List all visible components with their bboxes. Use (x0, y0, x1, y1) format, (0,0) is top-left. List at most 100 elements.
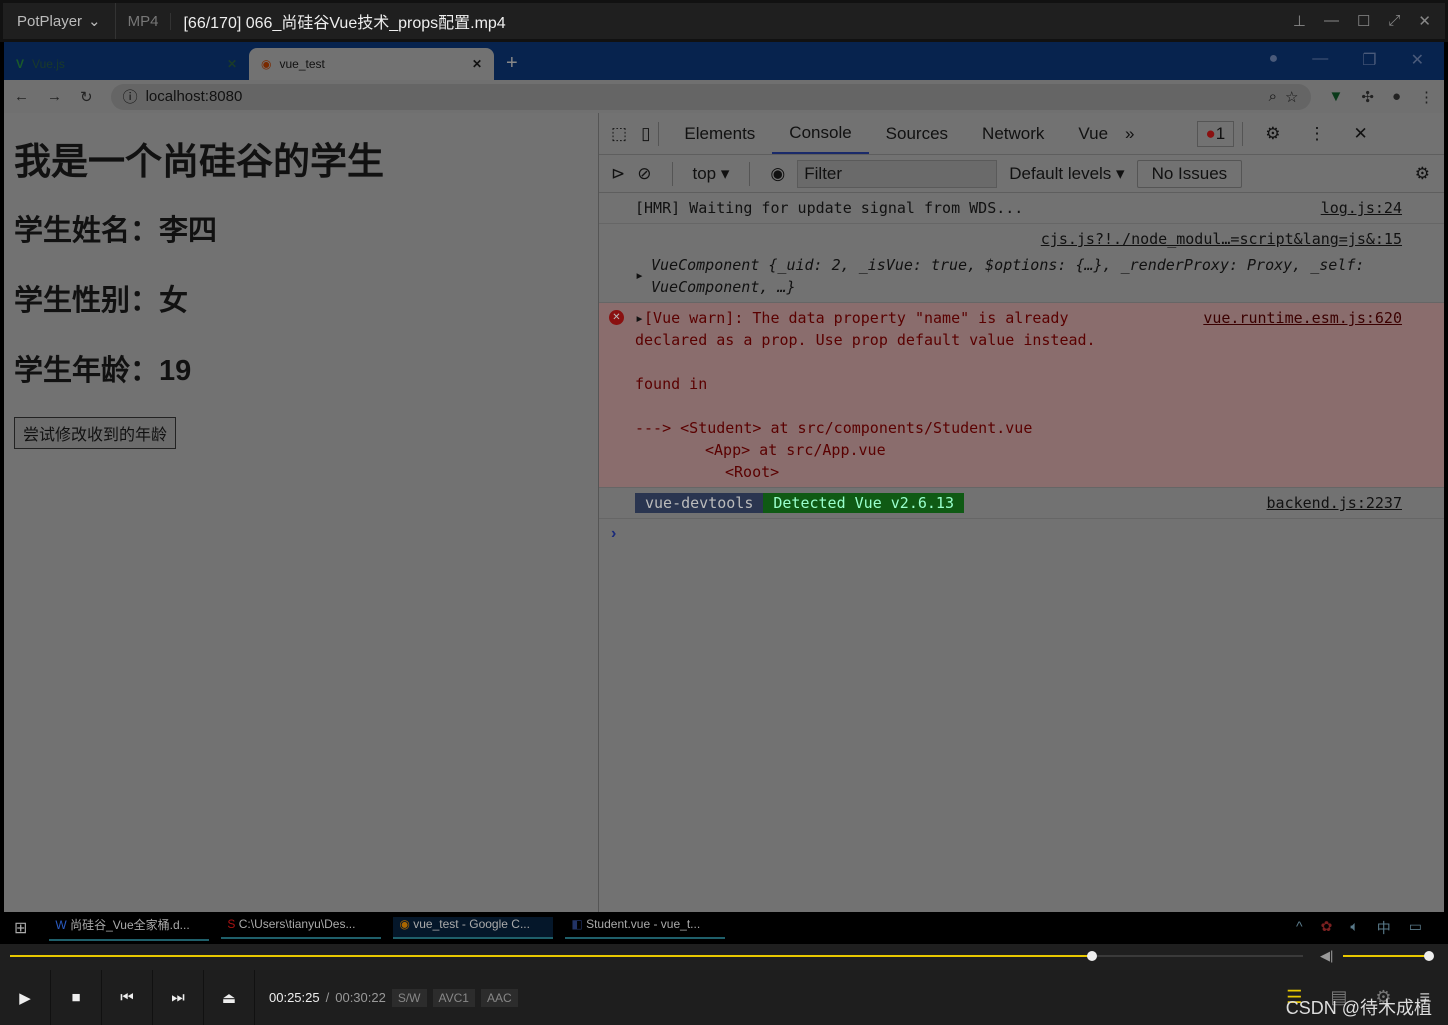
tab-elements[interactable]: Elements (667, 113, 772, 154)
settings-icon[interactable]: ⚙ (1265, 124, 1280, 144)
stop-button[interactable]: ■ (51, 970, 102, 1025)
tab-vue-test[interactable]: ◉ vue_test ✕ (249, 48, 494, 80)
console-settings-icon[interactable]: ⚙ (1415, 164, 1430, 184)
inspect-icon[interactable]: ⬚ (611, 124, 627, 144)
menu-icon[interactable]: ⋮ (1419, 88, 1434, 106)
windows-start-icon[interactable]: ⊞ (14, 918, 27, 938)
console-error: ✕ ▸[Vue warn]: The data property "name" … (599, 303, 1444, 488)
restore-button[interactable]: ❐ (1362, 50, 1376, 70)
close-button[interactable]: ✕ (1418, 12, 1431, 30)
student-sex: 学生性别：女 (14, 285, 189, 317)
filter-input[interactable]: Filter (797, 159, 998, 188)
vue-devtools-extension-icon[interactable]: ▼ (1329, 88, 1344, 105)
more-tabs-icon[interactable]: » (1125, 124, 1134, 144)
minimize-button[interactable]: — (1324, 12, 1339, 30)
eject-button[interactable]: ⏏ (204, 970, 255, 1025)
tab-vuejs[interactable]: V Vue.js ✕ (4, 48, 249, 80)
tab-sources[interactable]: Sources (869, 113, 965, 154)
eye-icon[interactable]: ◉ (770, 164, 785, 184)
issues-button[interactable]: No Issues (1136, 159, 1243, 188)
source-link[interactable]: cjs.js?!./node_modul…=script&lang=js&:15 (1041, 228, 1402, 250)
potplayer-menu[interactable]: PotPlayer ⌄ (3, 3, 116, 39)
speaker-icon[interactable]: ◀| (1320, 948, 1333, 964)
zoom-icon[interactable]: ⌕ (1269, 88, 1277, 105)
close-devtools-icon[interactable]: ✕ (1354, 124, 1368, 144)
video-codec-badge[interactable]: AVC1 (432, 988, 475, 1007)
player-controls: ▶ ■ ⏮ ⏭ ⏏ 00:25:25/00:30:22 S/W AVC1 AAC ☰… (0, 970, 1448, 1025)
csdn-watermark: CSDN @待木成植 (1285, 998, 1432, 1018)
profile-icon[interactable]: ● (1269, 50, 1279, 70)
clear-console-icon[interactable]: ⊘ (637, 164, 651, 184)
console-message: [HMR] Waiting for update signal from WDS… (599, 193, 1444, 224)
browser-tab-strip: V Vue.js ✕ ◉ vue_test ✕ + ● — ❐ ✕ (4, 42, 1444, 80)
student-age: 学生年龄：19 (14, 355, 192, 387)
error-icon: ✕ (609, 310, 624, 325)
chevron-down-icon: ⌄ (88, 13, 101, 30)
forward-icon[interactable]: → (47, 88, 62, 105)
sidebar-toggle-icon[interactable]: ⊳ (611, 164, 625, 184)
tab-label: vue_test (279, 57, 325, 71)
more-icon[interactable]: ⋮ (1309, 124, 1326, 144)
close-tab-icon[interactable]: ✕ (472, 57, 482, 71)
account-icon[interactable]: ● (1392, 88, 1401, 105)
device-toggle-icon[interactable]: ▯ (641, 124, 650, 144)
audio-codec-badge[interactable]: AAC (480, 988, 518, 1007)
taskbar-vscode[interactable]: ◧ Student.vue - vue_t... (565, 917, 726, 939)
tab-label: Vue.js (32, 57, 65, 71)
back-icon[interactable]: ← (14, 88, 29, 105)
volume-handle[interactable] (1423, 951, 1434, 961)
taskbar-terminal[interactable]: S C:\Users\tianyu\Des... (221, 917, 382, 939)
seek-handle[interactable] (1087, 951, 1098, 961)
total-time: 00:30:22 (335, 990, 386, 1005)
reload-icon[interactable]: ↻ (80, 88, 93, 106)
address-bar: ← → ↻ ⓘ localhost:8080 ⌕ ☆ ▼ ✣ ● ⋮ (4, 80, 1444, 113)
close-tab-icon[interactable]: ✕ (227, 57, 237, 71)
console-message[interactable]: cjs.js?!./node_modul…=script&lang=js&:15… (599, 224, 1444, 303)
star-icon[interactable]: ☆ (1285, 88, 1298, 106)
modify-age-button[interactable]: 尝试修改收到的年龄 (14, 417, 177, 449)
tab-network[interactable]: Network (965, 113, 1061, 154)
expand-arrow-icon[interactable]: ▸ (635, 309, 644, 327)
tray-app-icon[interactable]: ✿ (1321, 918, 1333, 938)
close-button[interactable]: ✕ (1411, 50, 1424, 70)
levels-select[interactable]: Default levels ▾ (1009, 164, 1124, 184)
fullscreen-button[interactable]: ⤢ (1388, 12, 1400, 30)
error-count-button[interactable]: ●1 (1196, 120, 1235, 147)
pin-icon[interactable]: ⊥ (1293, 12, 1306, 30)
error-count: 1 (1215, 123, 1226, 143)
console-prompt[interactable]: › (599, 519, 1444, 549)
taskbar-chrome[interactable]: ◉ vue_test - Google C... (393, 917, 554, 939)
ime-indicator[interactable]: 中 (1377, 918, 1391, 938)
format-label: MP4 (116, 12, 172, 30)
tab-vue[interactable]: Vue (1061, 113, 1125, 154)
play-button[interactable]: ▶ (0, 970, 51, 1025)
tray-expand-icon[interactable]: ^ (1296, 918, 1303, 938)
favicon-icon: ◉ (261, 57, 272, 71)
new-tab-button[interactable]: + (494, 52, 530, 80)
player-title-bar: PotPlayer ⌄ MP4 [66/170] 066_尚硅谷Vue技术_pro… (0, 0, 1448, 42)
source-link[interactable]: backend.js:2237 (1267, 492, 1402, 514)
tab-console[interactable]: Console (772, 113, 869, 154)
previous-button[interactable]: ⏮ (102, 970, 153, 1025)
decoder-badge[interactable]: S/W (391, 988, 427, 1007)
current-time: 00:25:25 (269, 990, 320, 1005)
url-text: localhost:8080 (145, 88, 243, 105)
extensions-icon[interactable]: ✣ (1361, 88, 1374, 106)
seek-bar-area: ◀| (0, 944, 1448, 970)
console-message: vue-devtools Detected Vue v2.6.13 backend.… (599, 488, 1444, 519)
taskbar-word[interactable]: W 尚硅谷_Vue全家桶.d... (49, 916, 210, 941)
source-link[interactable]: log.js:24 (1321, 197, 1402, 219)
url-input[interactable]: ⓘ localhost:8080 ⌕ ☆ (110, 83, 1311, 110)
maximize-button[interactable]: ☐ (1357, 12, 1370, 30)
minimize-button[interactable]: — (1312, 50, 1328, 70)
source-link[interactable]: vue.runtime.esm.js:620 (1203, 307, 1402, 329)
windows-taskbar: ⊞ W 尚硅谷_Vue全家桶.d... S C:\Users\tianyu\De… (0, 912, 1448, 944)
notification-icon[interactable]: ▭ (1409, 918, 1422, 938)
page-heading: 我是一个尚硅谷的学生 (14, 141, 384, 182)
app-name: PotPlayer (17, 12, 83, 30)
expand-arrow-icon[interactable]: ▸ (635, 264, 644, 286)
next-button[interactable]: ⏭ (153, 970, 204, 1025)
context-select[interactable]: top ▾ (693, 164, 730, 184)
page-content: 我是一个尚硅谷的学生 学生姓名：李四 学生性别：女 学生年龄：19 尝试修改收到… (4, 113, 598, 913)
volume-icon[interactable]: 🔈︎ (1350, 918, 1358, 938)
